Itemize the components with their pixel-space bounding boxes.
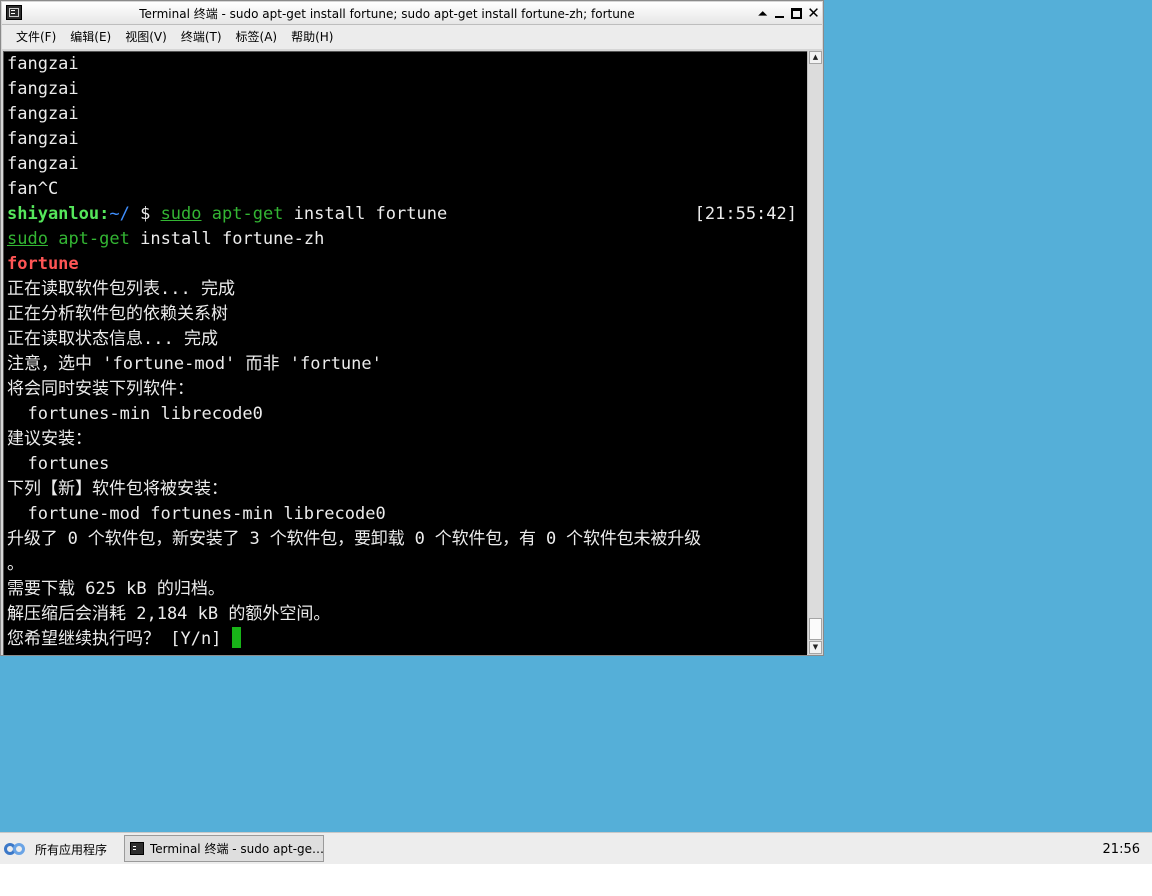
screen-bottom-area [0,864,1152,896]
cmd-args: install fortune [283,204,448,224]
minimize-button[interactable] [771,4,788,22]
minimize-icon [775,16,784,18]
output-line: 。 [7,554,24,574]
window-titlebar[interactable]: Terminal 终端 - sudo apt-get install fortu… [2,2,822,25]
terminal-app-icon[interactable] [6,5,22,20]
terminal-output[interactable]: fangzai fangzai fangzai fangzai fangzai … [3,51,807,655]
menu-edit[interactable]: 编辑(E) [63,25,118,49]
output-line: 需要下载 625 kB 的归档。 [7,579,225,599]
output-line: 解压缩后会消耗 2,184 kB 的额外空间。 [7,604,331,624]
window-controls: ⏶ ✕ [754,4,822,22]
cmd-apt-get: apt-get [58,229,130,249]
output-line: 升级了 0 个软件包，新安装了 3 个软件包，要卸载 0 个软件包，有 0 个软… [7,529,701,549]
cmd-sudo: sudo [7,229,48,249]
prompt-path: ~/ [109,204,130,224]
prompt-symbol: $ [129,204,161,224]
clock[interactable]: 21:56 [1103,842,1140,857]
menu-help[interactable]: 帮助(H) [284,25,340,49]
maximize-button[interactable] [788,4,805,22]
shade-button[interactable]: ⏶ [754,4,771,22]
cmd-args: install fortune-zh [129,229,325,249]
taskbar-terminal-button[interactable]: Terminal 终端 - sudo apt-ge… [124,835,324,862]
output-line: fangzai [7,104,79,124]
terminal-window[interactable]: Terminal 终端 - sudo apt-get install fortu… [0,0,824,656]
maximize-icon [791,7,802,19]
output-line: fortunes [7,454,110,474]
prompt-line: shiyanlou:~/ $ sudo apt-get install fort… [7,202,807,227]
text-cursor [231,627,241,648]
menu-terminal[interactable]: 终端(T) [174,25,229,49]
taskbar-terminal-label: Terminal 终端 - sudo apt-ge… [149,842,323,856]
close-button[interactable]: ✕ [805,4,822,22]
cmd-fortune: fortune [7,254,79,274]
scroll-down-arrow-icon[interactable]: ▼ [809,641,822,654]
confirm-prompt: 您希望继续执行吗？ [Y/n] [7,629,232,649]
output-line: fan^C [7,179,59,199]
terminal-scrollbar[interactable]: ▲ ▼ [807,51,822,654]
scrollbar-thumb[interactable] [809,618,822,640]
scroll-up-arrow-icon[interactable]: ▲ [809,51,822,64]
menu-view[interactable]: 视图(V) [118,25,174,49]
menu-file[interactable]: 文件(F) [9,25,63,49]
cmd-sudo: sudo [160,204,202,224]
output-line: 正在读取软件包列表... 完成 [7,279,235,299]
menu-tabs[interactable]: 标签(A) [229,25,285,49]
output-line: fangzai [7,54,79,74]
output-line: fangzai [7,79,79,99]
output-line: fangzai [7,129,79,149]
command-continuation: sudo apt-get install fortune-zh [7,227,324,252]
prompt-user: shiyanlou: [7,204,110,224]
applications-menu-label: 所有应用程序 [35,842,108,857]
terminal-icon [130,842,144,855]
applications-menu-icon [4,841,26,857]
input-prompt-line: 您希望继续执行吗？ [Y/n] [7,627,241,652]
window-title: Terminal 终端 - sudo apt-get install fortu… [139,7,635,21]
output-line: 正在分析软件包的依赖关系树 [7,304,228,324]
output-line: 将会同时安装下列软件： [7,379,194,399]
output-line: 正在读取状态信息... 完成 [7,329,218,349]
output-line: 注意，选中 'fortune-mod' 而非 'fortune' [7,354,382,374]
output-line: 建议安装： [7,429,92,449]
cmd-apt-get: apt-get [211,204,284,224]
prompt-time: [21:55:42] [694,204,797,224]
output-line: fortunes-min librecode0 [7,404,263,424]
output-line: 下列【新】软件包将被安装： [7,479,228,499]
applications-menu-button[interactable]: 所有应用程序 [4,836,107,862]
output-line: fortune-mod fortunes-min librecode0 [7,504,386,524]
output-line: fangzai [7,154,79,174]
taskbar: 所有应用程序 Terminal 终端 - sudo apt-ge… 21:56 [0,832,1152,864]
menu-bar: 文件(F) 编辑(E) 视图(V) 终端(T) 标签(A) 帮助(H) [2,25,822,49]
